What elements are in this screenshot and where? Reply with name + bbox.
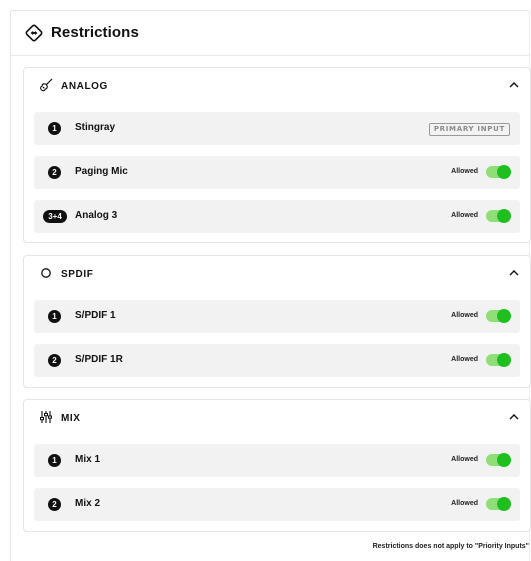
input-name: Mix 2 bbox=[75, 498, 101, 509]
toggle-knob bbox=[497, 353, 511, 367]
group-spdif-header[interactable]: SPDIF bbox=[24, 256, 530, 292]
allowed-toggle[interactable] bbox=[486, 165, 511, 179]
input-name: Paging Mic bbox=[75, 166, 128, 177]
input-number-badge: 1 bbox=[48, 310, 61, 323]
input-name: Stingray bbox=[75, 122, 116, 133]
input-number-badge: 3+4 bbox=[43, 210, 67, 223]
group-spdif: SPDIF 1 S/PDIF 1 Allowed 2 S/PDIF 1R All… bbox=[23, 255, 531, 388]
allowed-status: Allowed bbox=[451, 312, 478, 319]
toggle-knob bbox=[497, 497, 511, 511]
allowed-status: Allowed bbox=[451, 212, 478, 219]
toggle-knob bbox=[497, 209, 511, 223]
input-name: Analog 3 bbox=[75, 210, 118, 221]
group-mix-title: MIX bbox=[61, 413, 81, 424]
chevron-up-icon[interactable] bbox=[508, 79, 520, 91]
input-name: S/PDIF 1 bbox=[75, 310, 116, 321]
input-row-spdif-1: 1 S/PDIF 1 Allowed bbox=[34, 300, 520, 333]
input-number-badge: 1 bbox=[48, 454, 61, 467]
primary-input-tag: PRIMARY INPUT bbox=[428, 123, 510, 136]
input-row-mix-1: 1 Mix 1 Allowed bbox=[34, 444, 520, 477]
panel-header: Restrictions bbox=[11, 11, 529, 56]
restrictions-icon bbox=[25, 24, 43, 42]
allowed-toggle[interactable] bbox=[486, 209, 511, 223]
guitar-icon bbox=[40, 78, 53, 92]
restrictions-panel: Restrictions ANALOG 1 Stingray PRIMARY I… bbox=[10, 10, 531, 561]
group-mix-header[interactable]: MIX bbox=[24, 400, 530, 436]
group-mix: MIX 1 Mix 1 Allowed 2 Mix 2 Allowed bbox=[23, 399, 531, 532]
group-analog-title: ANALOG bbox=[61, 81, 108, 92]
input-row-analog-3: 3+4 Analog 3 Allowed bbox=[34, 200, 520, 233]
chevron-up-icon[interactable] bbox=[508, 267, 520, 279]
group-analog: ANALOG 1 Stingray PRIMARY INPUT 2 Paging… bbox=[23, 67, 531, 243]
footer-note: Restrictions does not apply to "Priority… bbox=[372, 543, 529, 550]
page-title: Restrictions bbox=[51, 24, 139, 41]
circle-icon bbox=[41, 268, 51, 278]
input-name: S/PDIF 1R bbox=[75, 354, 123, 365]
input-row-paging-mic: 2 Paging Mic Allowed bbox=[34, 156, 520, 189]
allowed-status: Allowed bbox=[451, 456, 478, 463]
allowed-status: Allowed bbox=[451, 500, 478, 507]
input-row-stingray: 1 Stingray PRIMARY INPUT bbox=[34, 112, 520, 145]
input-number-badge: 2 bbox=[48, 354, 61, 367]
allowed-toggle[interactable] bbox=[486, 453, 511, 467]
input-number-badge: 2 bbox=[48, 498, 61, 511]
allowed-status: Allowed bbox=[451, 168, 478, 175]
toggle-knob bbox=[497, 309, 511, 323]
toggle-knob bbox=[497, 453, 511, 467]
input-row-spdif-1r: 2 S/PDIF 1R Allowed bbox=[34, 344, 520, 377]
allowed-toggle[interactable] bbox=[486, 309, 511, 323]
chevron-up-icon[interactable] bbox=[508, 411, 520, 423]
allowed-toggle[interactable] bbox=[486, 353, 511, 367]
input-number-badge: 2 bbox=[48, 166, 61, 179]
group-analog-header[interactable]: ANALOG bbox=[24, 68, 530, 104]
allowed-status: Allowed bbox=[451, 356, 478, 363]
input-number-badge: 1 bbox=[48, 122, 61, 135]
group-spdif-title: SPDIF bbox=[61, 269, 94, 280]
toggle-knob bbox=[497, 165, 511, 179]
input-name: Mix 1 bbox=[75, 454, 101, 465]
allowed-toggle[interactable] bbox=[486, 497, 511, 511]
input-row-mix-2: 2 Mix 2 Allowed bbox=[34, 488, 520, 521]
mixer-sliders-icon bbox=[40, 411, 52, 423]
